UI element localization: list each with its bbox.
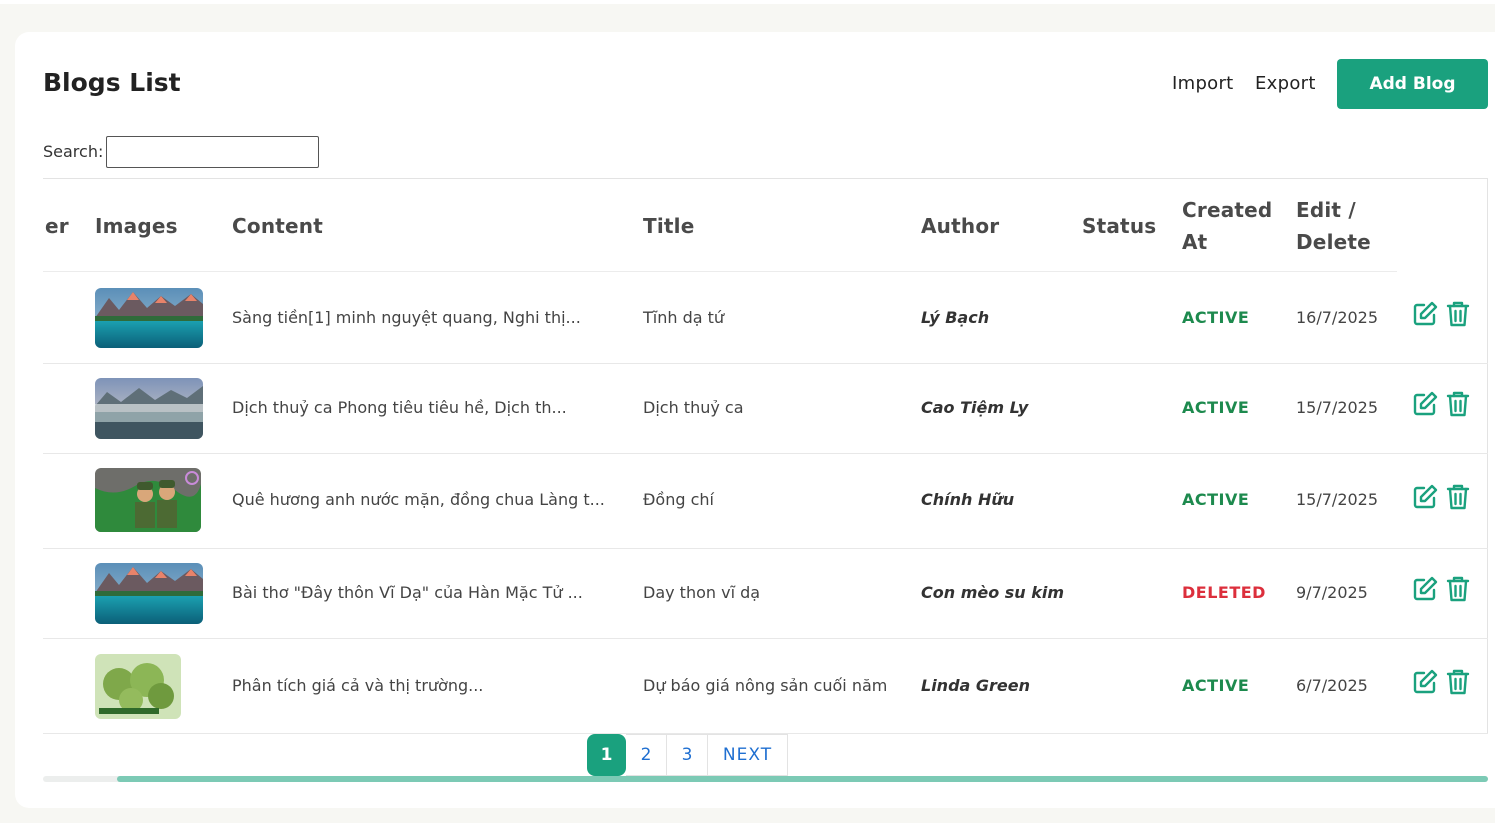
blog-thumbnail (95, 563, 203, 624)
page-button-3[interactable]: 3 (667, 734, 708, 776)
edit-icon[interactable] (1411, 390, 1439, 420)
row-created-at: 9/7/2025 (1296, 583, 1368, 602)
trash-icon[interactable] (1445, 300, 1473, 330)
header-author[interactable]: Author (921, 210, 999, 242)
row-author: Linda Green (921, 676, 1031, 695)
blog-thumbnail (95, 654, 181, 719)
row-title: Dự báo giá nông sản cuối năm (643, 676, 888, 695)
blog-thumbnail (95, 378, 203, 439)
row-created-at: 16/7/2025 (1296, 308, 1379, 327)
row-divider (43, 548, 1488, 549)
header-number[interactable]: er (45, 210, 69, 242)
mountain-lake-image (95, 288, 203, 348)
status-badge: ACTIVE (1182, 398, 1250, 417)
header-title[interactable]: Title (643, 210, 694, 242)
row-title: Day thon vĩ dạ (643, 583, 761, 602)
header-created-line2: At (1182, 230, 1208, 254)
edit-icon[interactable] (1411, 483, 1439, 513)
trash-icon[interactable] (1445, 390, 1473, 420)
table-top-border (43, 178, 1488, 179)
row-title: Dịch thuỷ ca (643, 398, 744, 417)
page-button-1[interactable]: 1 (587, 734, 626, 776)
top-strip (0, 0, 1495, 4)
row-author: Cao Tiệm Ly (921, 398, 1029, 417)
export-button[interactable]: Export (1255, 73, 1316, 94)
header-edit-delete[interactable]: Edit / Delete (1296, 194, 1371, 258)
trash-icon[interactable] (1445, 483, 1473, 513)
edit-icon[interactable] (1411, 668, 1439, 698)
row-created-at: 15/7/2025 (1296, 490, 1379, 509)
durian-fruit-image (95, 654, 181, 719)
search-label: Search: (43, 142, 104, 161)
table-right-border (1487, 178, 1488, 734)
trash-icon[interactable] (1445, 668, 1473, 698)
pagination: 1 2 3 NEXT (587, 734, 788, 776)
header-edit-line2: Delete (1296, 230, 1371, 254)
import-button[interactable]: Import (1172, 73, 1234, 94)
row-author: Con mèo su kim (921, 583, 1065, 602)
row-created-at: 15/7/2025 (1296, 398, 1379, 417)
status-badge: ACTIVE (1182, 676, 1250, 695)
row-divider (43, 363, 1488, 364)
row-content: Quê hương anh nước mặn, đồng chua Làng t… (232, 490, 605, 509)
blog-thumbnail (95, 468, 201, 532)
mountain-lake-image (95, 563, 203, 624)
row-content: Dịch thuỷ ca Phong tiêu tiêu hề, Dịch th… (232, 398, 567, 417)
header-status[interactable]: Status (1082, 210, 1156, 242)
row-divider (43, 638, 1488, 639)
search-input[interactable] (106, 136, 319, 168)
header-content[interactable]: Content (232, 210, 323, 242)
next-page-button[interactable]: NEXT (708, 734, 788, 776)
horizontal-scrollbar-thumb[interactable] (117, 776, 1488, 782)
row-content: Phân tích giá cả và thị trường... (232, 676, 484, 695)
status-badge: ACTIVE (1182, 490, 1250, 509)
soldiers-illustration-image (95, 468, 201, 532)
header-divider (43, 271, 1397, 272)
row-created-at: 6/7/2025 (1296, 676, 1368, 695)
header-edit-line1: Edit / (1296, 198, 1356, 222)
row-title: Tĩnh dạ tứ (643, 308, 725, 327)
edit-icon[interactable] (1411, 300, 1439, 330)
row-author: Lý Bạch (921, 308, 990, 327)
row-title: Đồng chí (643, 490, 714, 509)
add-blog-button[interactable]: Add Blog (1337, 59, 1488, 109)
row-author: Chính Hữu (921, 490, 1015, 509)
header-images[interactable]: Images (95, 210, 178, 242)
page-title: Blogs List (43, 68, 181, 97)
row-divider (43, 453, 1488, 454)
trash-icon[interactable] (1445, 575, 1473, 605)
row-content: Sàng tiền[1] minh nguyệt quang, Nghi thị… (232, 308, 581, 327)
page-button-2[interactable]: 2 (626, 734, 667, 776)
row-content: Bài thơ "Đây thôn Vĩ Dạ" của Hàn Mặc Tử … (232, 583, 583, 602)
status-badge: DELETED (1182, 583, 1266, 602)
misty-lake-image (95, 378, 203, 439)
edit-icon[interactable] (1411, 575, 1439, 605)
blog-thumbnail (95, 288, 203, 348)
header-created-line1: Created (1182, 198, 1273, 222)
header-created-at[interactable]: Created At (1182, 194, 1272, 258)
status-badge: ACTIVE (1182, 308, 1250, 327)
